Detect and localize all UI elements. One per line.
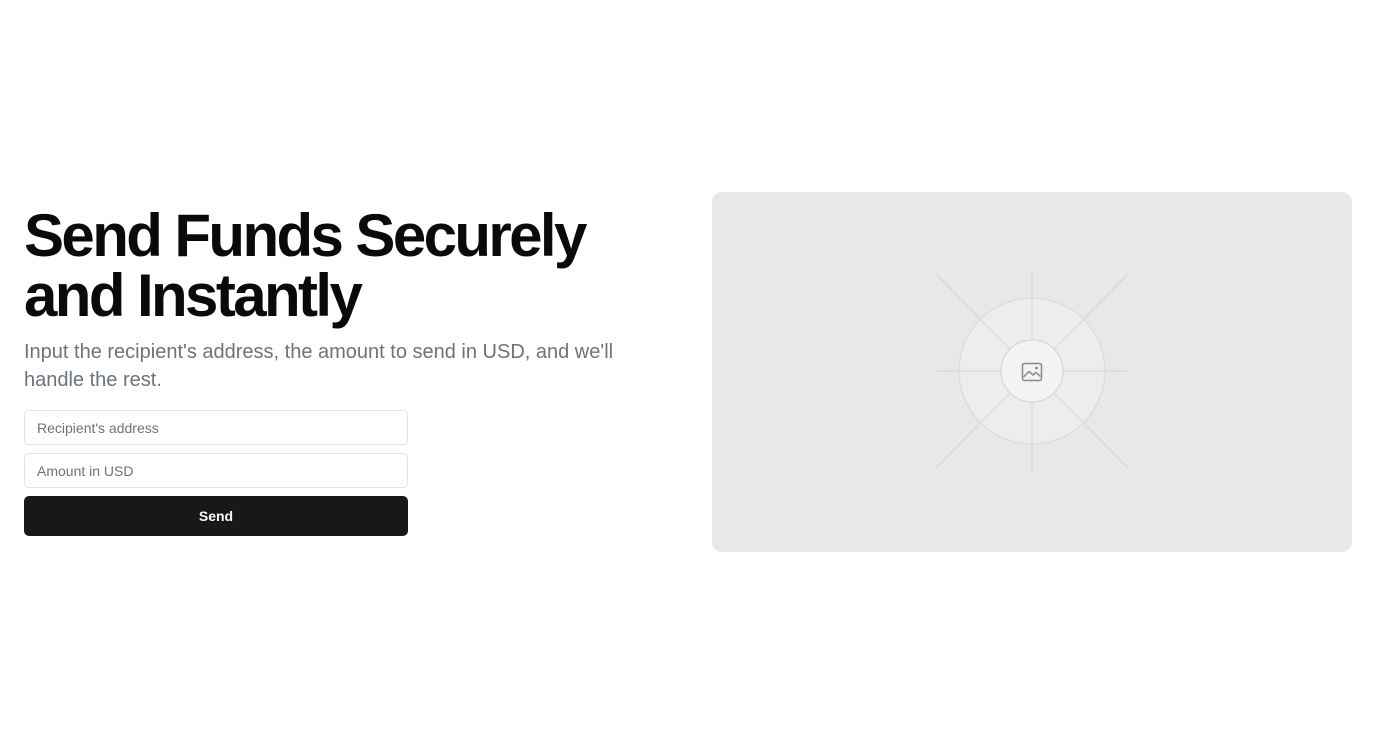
hero-section: Send Funds Securely and Instantly Input …: [24, 206, 644, 536]
headline-line-1: Send Funds Securely: [24, 202, 587, 269]
recipient-address-input[interactable]: [24, 410, 408, 445]
send-funds-form: Send: [24, 410, 408, 536]
send-button[interactable]: Send: [24, 496, 408, 536]
amount-usd-input[interactable]: [24, 453, 408, 488]
image-icon: [1021, 362, 1043, 382]
page: Send Funds Securely and Instantly Input …: [0, 0, 1376, 744]
page-subtitle: Input the recipient's address, the amoun…: [24, 341, 614, 391]
image-placeholder: [712, 192, 1352, 552]
headline-line-2: and Instantly: [24, 262, 363, 329]
page-title: Send Funds Securely and Instantly: [24, 206, 644, 326]
